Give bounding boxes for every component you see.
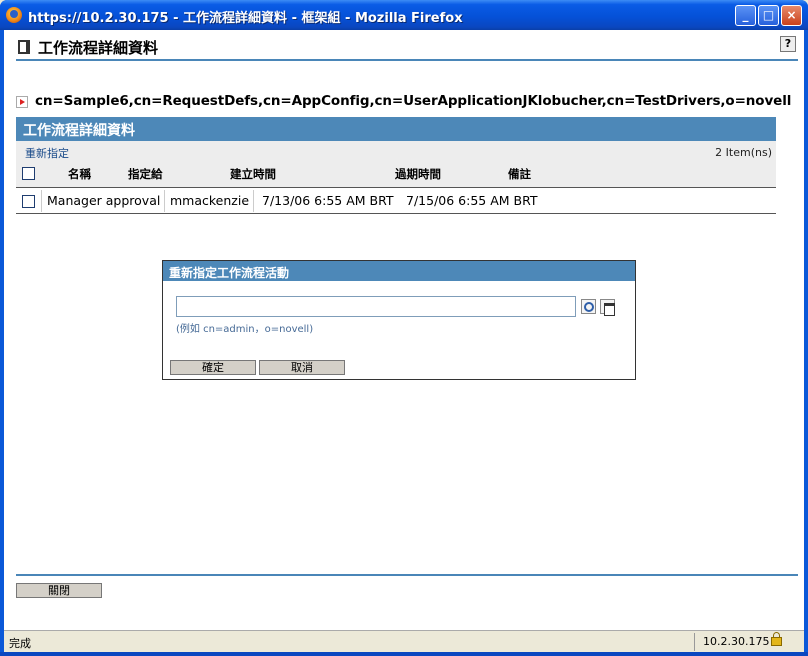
cell-expires: 7/15/06 6:55 AM BRT — [406, 193, 538, 208]
column-header-notes[interactable]: 備註 — [508, 166, 531, 182]
page-content: 工作流程詳細資料 ? cn=Sample6,cn=RequestDefs,cn=… — [4, 30, 804, 630]
column-header-name[interactable]: 名稱 — [68, 166, 91, 182]
workflow-icon — [18, 40, 30, 54]
maximize-button[interactable]: □ — [758, 5, 779, 26]
column-header-assigned-to[interactable]: 指定給 — [128, 166, 163, 182]
firefox-icon — [6, 7, 22, 23]
panel-header: 工作流程詳細資料 — [16, 117, 776, 141]
cell-name: Manager approval — [47, 193, 161, 208]
table-row[interactable]: Manager approval mmackenzie 7/13/06 6:55… — [16, 188, 776, 214]
status-host: 10.2.30.175 — [703, 635, 770, 648]
reassign-dialog: 重新指定工作流程活動 (例如 cn=admin，o=novell) 確定 取消 — [162, 260, 636, 380]
reassign-link[interactable]: 重新指定 — [25, 145, 69, 161]
cell-created: 7/13/06 6:55 AM BRT — [262, 193, 394, 208]
status-divider — [694, 633, 695, 651]
column-header-expires[interactable]: 過期時間 — [395, 166, 441, 182]
dialog-title: 重新指定工作流程活動 — [163, 261, 635, 281]
page-title: 工作流程詳細資料 — [38, 39, 159, 57]
panel-toolbar: 重新指定 2 Item(ns) 名稱 指定給 建立時間 過期時間 備註 — [16, 141, 776, 187]
select-all-checkbox[interactable] — [22, 167, 35, 180]
padlock-icon[interactable] — [771, 632, 782, 646]
cell-divider — [164, 190, 165, 212]
cell-assigned-to: mmackenzie — [170, 193, 250, 208]
item-count: 2 Item(ns) — [715, 146, 772, 159]
help-button[interactable]: ? — [780, 36, 796, 52]
minimize-button[interactable]: _ — [735, 5, 756, 26]
input-hint: (例如 cn=admin，o=novell) — [176, 324, 314, 335]
cell-divider — [41, 190, 42, 212]
status-bar: 完成 10.2.30.175 — [4, 630, 804, 652]
footer-divider — [16, 574, 798, 576]
column-header-created[interactable]: 建立時間 — [230, 166, 276, 182]
cancel-button[interactable]: 取消 — [259, 360, 345, 375]
close-button[interactable]: 關閉 — [16, 583, 102, 598]
cell-divider — [253, 190, 254, 212]
window-frame-bottom — [0, 652, 808, 656]
expand-arrow-icon[interactable] — [16, 96, 28, 108]
object-selector-icon[interactable] — [600, 299, 615, 316]
close-window-button[interactable]: × — [781, 5, 802, 26]
title-bar[interactable]: https://10.2.30.175 - 工作流程詳細資料 - 框架組 - M… — [0, 0, 808, 30]
workflow-dn: cn=Sample6,cn=RequestDefs,cn=AppConfig,c… — [35, 93, 792, 109]
window-title: https://10.2.30.175 - 工作流程詳細資料 - 框架組 - M… — [28, 11, 463, 26]
row-checkbox[interactable] — [22, 195, 35, 208]
table-bottom-divider — [16, 213, 776, 214]
magnifier-icon[interactable] — [581, 299, 596, 314]
ok-button[interactable]: 確定 — [170, 360, 256, 375]
header-divider — [16, 59, 798, 61]
assignee-input[interactable] — [176, 296, 576, 317]
status-text: 完成 — [9, 637, 31, 650]
